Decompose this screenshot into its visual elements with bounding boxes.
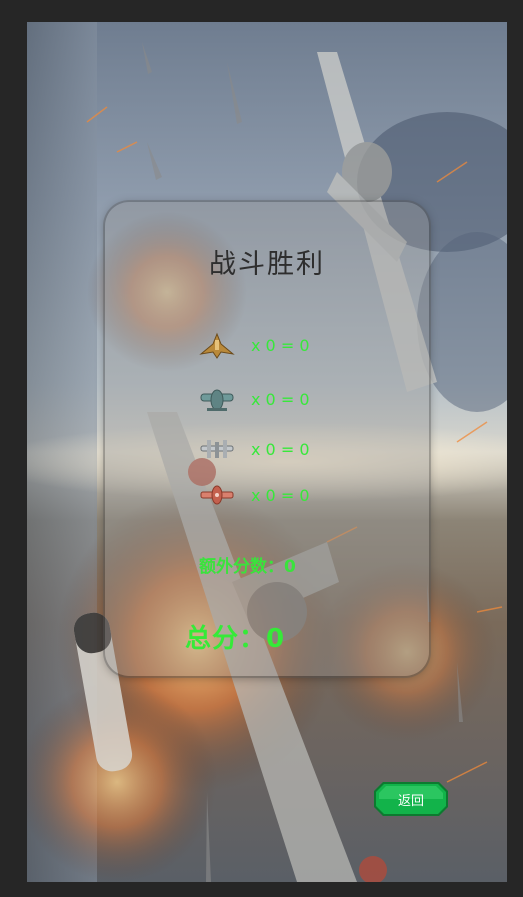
total-score-text: 总分：0 xyxy=(185,624,286,654)
kill-row: x 0 = 0 xyxy=(199,482,399,510)
kill-count-text: x 0 = 0 xyxy=(251,336,310,355)
kill-row: x 0 = 0 xyxy=(199,332,399,360)
bonus-score-text: 额外分数：0 xyxy=(199,557,296,577)
battle-result-dialog: 战斗胜利 x 0 = 0 x 0 = 0 x 0 = 0 x 0 = 0 额外分… xyxy=(105,202,429,676)
kill-count-text: x 0 = 0 xyxy=(251,440,310,459)
kill-count-text: x 0 = 0 xyxy=(251,390,310,409)
back-button-label: 返回 xyxy=(397,794,424,809)
gold-fighter-plane-icon xyxy=(199,332,235,359)
kill-row: x 0 = 0 xyxy=(199,436,399,464)
back-button[interactable]: 返回 xyxy=(373,781,449,817)
gray-twin-plane-icon xyxy=(200,440,234,458)
red-fighter-plane-icon xyxy=(200,485,234,505)
teal-bomber-plane-icon xyxy=(200,389,234,411)
kill-count-text: x 0 = 0 xyxy=(251,486,310,505)
kill-row: x 0 = 0 xyxy=(199,386,399,414)
dialog-title: 战斗胜利 xyxy=(209,249,325,280)
game-screen: 战斗胜利 x 0 = 0 x 0 = 0 x 0 = 0 x 0 = 0 额外分… xyxy=(27,22,507,882)
